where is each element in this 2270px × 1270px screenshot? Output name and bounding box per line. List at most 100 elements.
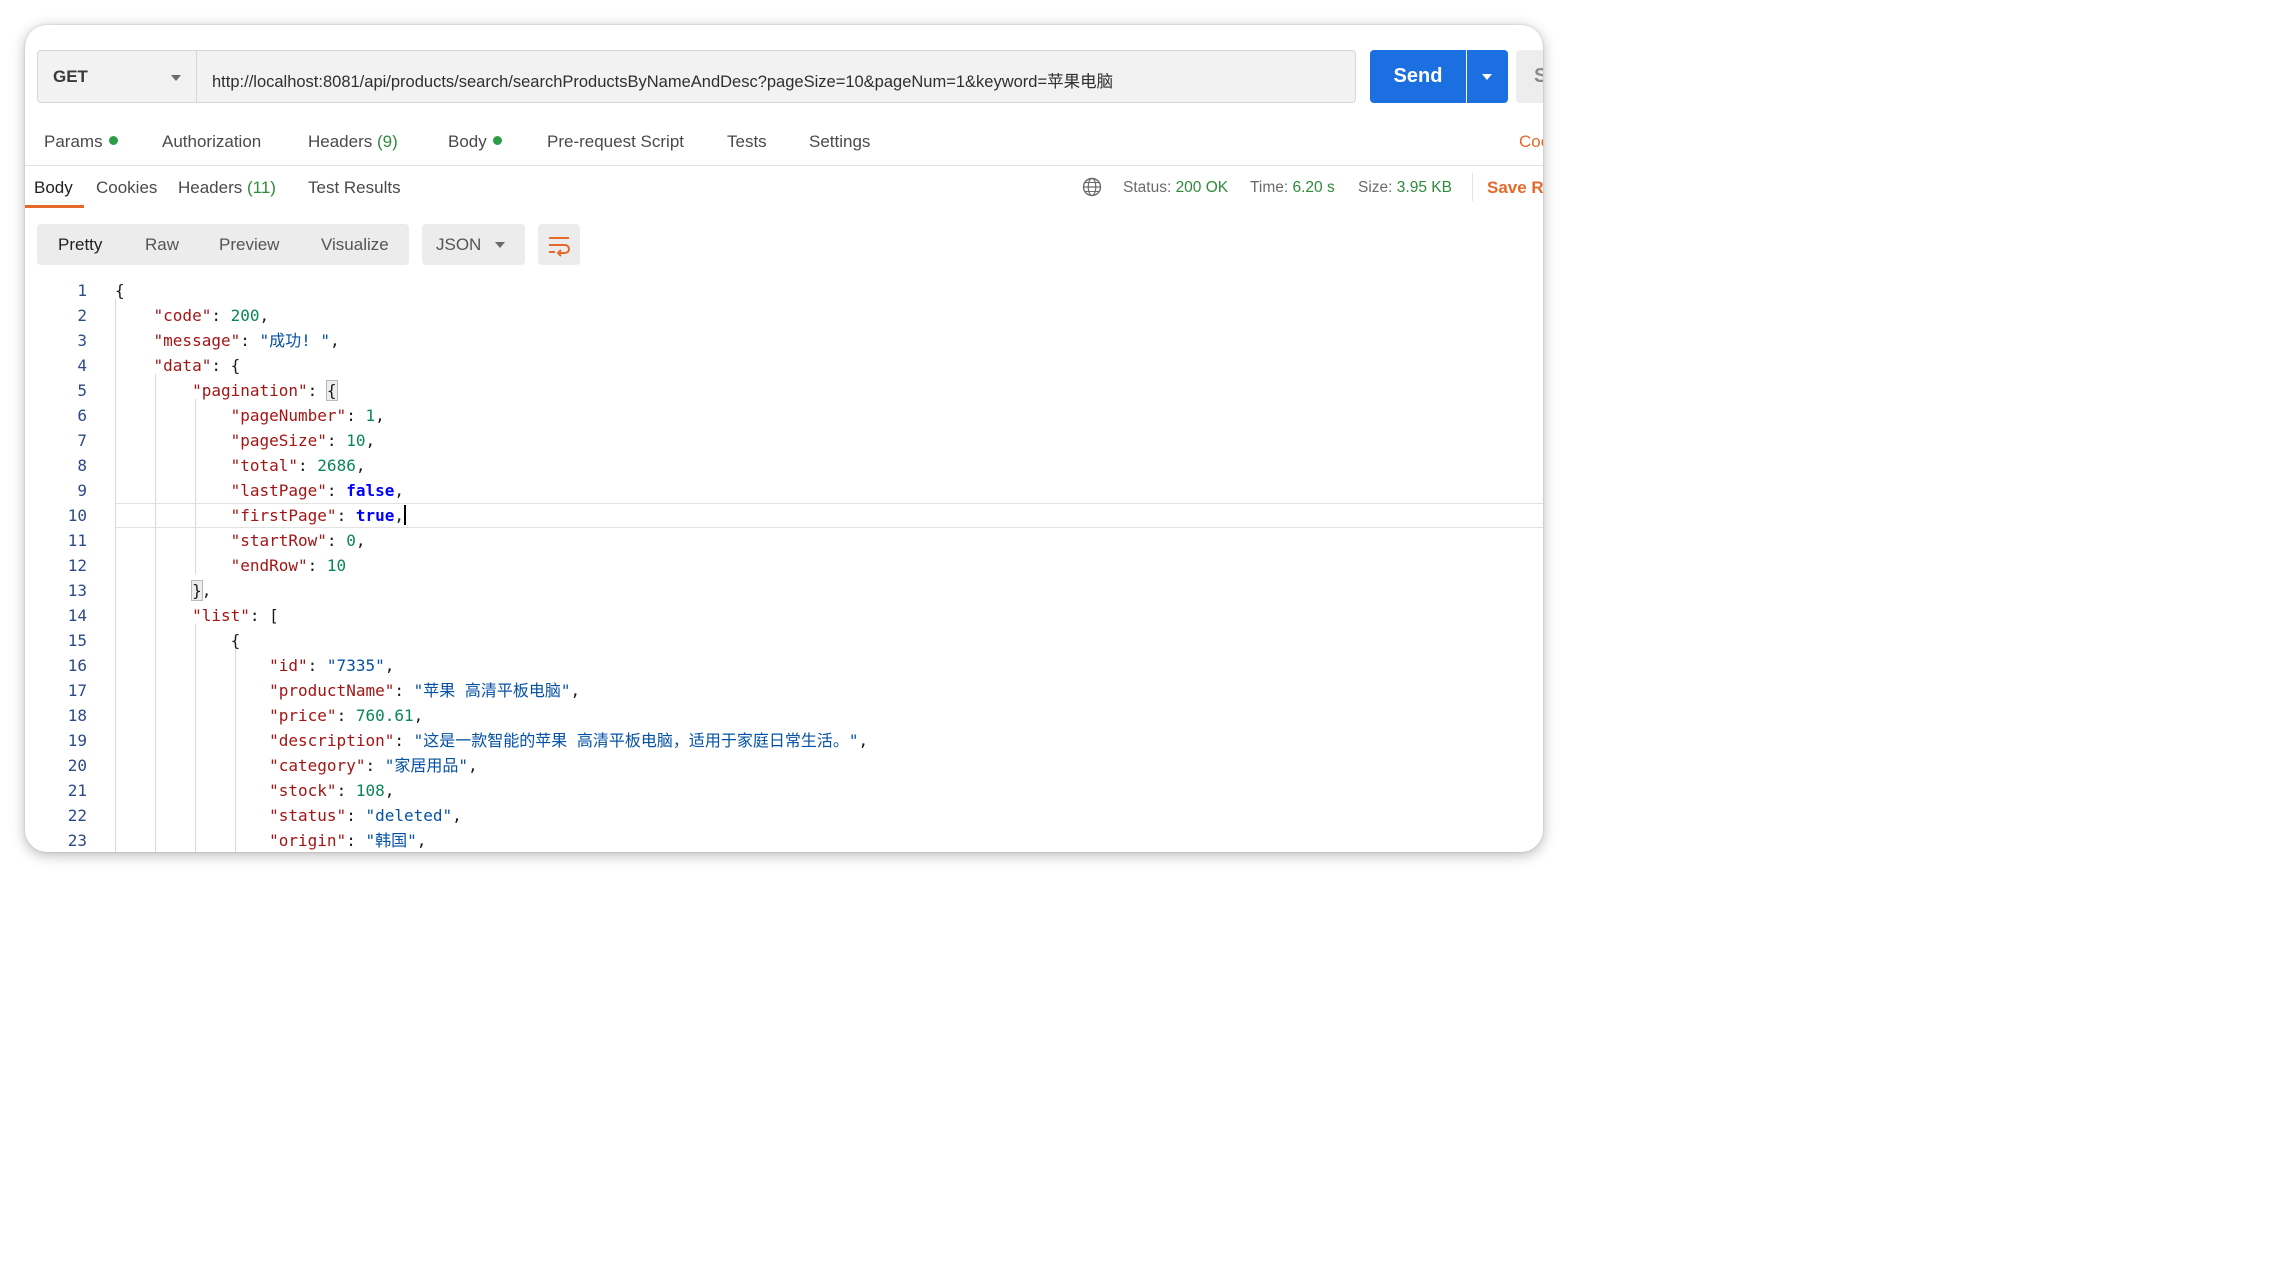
time-label: Time: bbox=[1250, 179, 1289, 196]
matched-bracket: { bbox=[325, 380, 338, 401]
line-number: 13 bbox=[67, 581, 87, 600]
json-key: "origin" bbox=[269, 831, 347, 850]
code-line: 9 "lastPage": false, bbox=[25, 478, 1543, 503]
json-key: "price" bbox=[269, 706, 337, 725]
json-key: "list" bbox=[192, 606, 250, 625]
json-boolean: false bbox=[346, 481, 395, 500]
line-number: 22 bbox=[67, 806, 87, 825]
json-string: "韩国" bbox=[365, 831, 417, 850]
line-number: 23 bbox=[67, 831, 87, 850]
response-body-editor[interactable]: 1 { 2 "code": 200, 3 "message": "成功! ", … bbox=[25, 275, 1543, 852]
code-text: "message": "成功! ", bbox=[153, 331, 340, 350]
tab-response-headers[interactable]: Headers (11) bbox=[178, 178, 276, 198]
json-number: 108 bbox=[355, 781, 385, 800]
view-pretty-button[interactable]: Pretty bbox=[58, 235, 102, 255]
save-label: S bbox=[1534, 65, 1543, 87]
tab-response-body[interactable]: Body bbox=[34, 178, 73, 198]
json-number: 200 bbox=[230, 306, 260, 325]
code-text: }, bbox=[191, 580, 212, 601]
json-number: 1 bbox=[365, 406, 376, 425]
format-select[interactable]: JSON bbox=[422, 224, 525, 265]
code-line: 18 "price": 760.61, bbox=[25, 703, 1543, 728]
tab-headers-label: Headers bbox=[308, 132, 373, 151]
status-label: Status: bbox=[1123, 179, 1172, 196]
save-response-button[interactable]: Save Re bbox=[1487, 178, 1543, 198]
json-key: "firstPage" bbox=[230, 506, 337, 525]
json-string: "这是一款智能的苹果 高清平板电脑，适用于家庭日常生活。" bbox=[413, 731, 859, 750]
json-key: "stock" bbox=[269, 781, 337, 800]
globe-icon[interactable] bbox=[1082, 177, 1102, 197]
code-line: 2 "code": 200, bbox=[25, 303, 1543, 328]
json-string: "7335" bbox=[326, 656, 385, 675]
tab-test-results[interactable]: Test Results bbox=[308, 178, 401, 198]
params-active-dot bbox=[108, 136, 118, 145]
tab-headers[interactable]: Headers (9) bbox=[308, 132, 398, 152]
view-raw-button[interactable]: Raw bbox=[145, 235, 179, 255]
code-line: 5 "pagination": { bbox=[25, 378, 1543, 403]
json-key: "total" bbox=[230, 456, 299, 475]
line-number: 19 bbox=[67, 731, 87, 750]
url-input[interactable]: http://localhost:8081/api/products/searc… bbox=[196, 50, 1356, 103]
size-value: 3.95 KB bbox=[1396, 179, 1452, 196]
json-number: 10 bbox=[346, 431, 366, 450]
line-number: 18 bbox=[67, 706, 87, 725]
line-number: 7 bbox=[77, 431, 87, 450]
json-boolean: true bbox=[355, 506, 395, 525]
line-number: 5 bbox=[77, 381, 87, 400]
json-string: "家居用品" bbox=[384, 756, 468, 775]
line-number: 2 bbox=[77, 306, 87, 325]
body-active-dot bbox=[492, 136, 502, 145]
tab-tests[interactable]: Tests bbox=[727, 132, 767, 152]
method-select[interactable]: GET bbox=[37, 50, 196, 103]
code-text: "price": 760.61, bbox=[269, 706, 424, 725]
code-line: 16 "id": "7335", bbox=[25, 653, 1543, 678]
code-text: "list": [ bbox=[192, 606, 279, 625]
tab-params[interactable]: Params bbox=[44, 132, 118, 152]
status-readout: Status: 200 OK bbox=[1123, 179, 1228, 197]
view-visualize-button[interactable]: Visualize bbox=[321, 235, 389, 255]
json-key: "category" bbox=[269, 756, 366, 775]
code-text: "stock": 108, bbox=[269, 781, 395, 800]
active-tab-indicator bbox=[25, 205, 84, 208]
tab-body[interactable]: Body bbox=[448, 132, 502, 152]
tab-settings[interactable]: Settings bbox=[809, 132, 870, 152]
code-line: 13 }, bbox=[25, 578, 1543, 603]
tab-headers-count: (9) bbox=[377, 132, 398, 151]
code-text: "id": "7335", bbox=[269, 656, 395, 675]
code-text: "pageSize": 10, bbox=[230, 431, 376, 450]
tab-authorization[interactable]: Authorization bbox=[162, 132, 261, 152]
json-key: "code" bbox=[153, 306, 212, 325]
chevron-down-icon bbox=[495, 242, 505, 248]
line-number: 11 bbox=[67, 531, 87, 550]
line-number: 14 bbox=[67, 606, 87, 625]
tab-response-cookies[interactable]: Cookies bbox=[96, 178, 157, 198]
line-number: 17 bbox=[67, 681, 87, 700]
tab-response-headers-count: (11) bbox=[247, 178, 276, 197]
save-button[interactable]: S bbox=[1516, 50, 1543, 103]
text-cursor bbox=[404, 505, 406, 525]
send-button[interactable]: Send bbox=[1370, 50, 1466, 103]
code-snippet-link[interactable]: Coo bbox=[1519, 132, 1543, 152]
json-key: "productName" bbox=[269, 681, 395, 700]
code-text: "pagination": { bbox=[192, 380, 338, 401]
json-string: "deleted" bbox=[365, 806, 453, 825]
wrap-lines-icon bbox=[549, 237, 570, 257]
code-text: "lastPage": false, bbox=[230, 481, 404, 500]
line-number: 4 bbox=[77, 356, 87, 375]
format-label: JSON bbox=[436, 235, 482, 254]
view-mode-group: Pretty Raw Preview Visualize bbox=[37, 224, 409, 265]
line-number: 20 bbox=[67, 756, 87, 775]
app-window: GET http://localhost:8081/api/products/s… bbox=[25, 25, 1543, 852]
view-preview-button[interactable]: Preview bbox=[219, 235, 279, 255]
code-line: 12 "endRow": 10 bbox=[25, 553, 1543, 578]
code-line: 15 { bbox=[25, 628, 1543, 653]
send-label: Send bbox=[1393, 65, 1443, 87]
wrap-lines-button[interactable] bbox=[538, 224, 580, 265]
tab-pre-request-script[interactable]: Pre-request Script bbox=[547, 132, 684, 152]
json-number: 0 bbox=[346, 531, 356, 550]
code-text: "origin": "韩国", bbox=[269, 831, 427, 850]
line-number: 16 bbox=[67, 656, 87, 675]
url-text: http://localhost:8081/api/products/searc… bbox=[212, 73, 1114, 91]
size-readout: Size: 3.95 KB bbox=[1358, 179, 1452, 197]
send-options-button[interactable] bbox=[1467, 50, 1508, 103]
